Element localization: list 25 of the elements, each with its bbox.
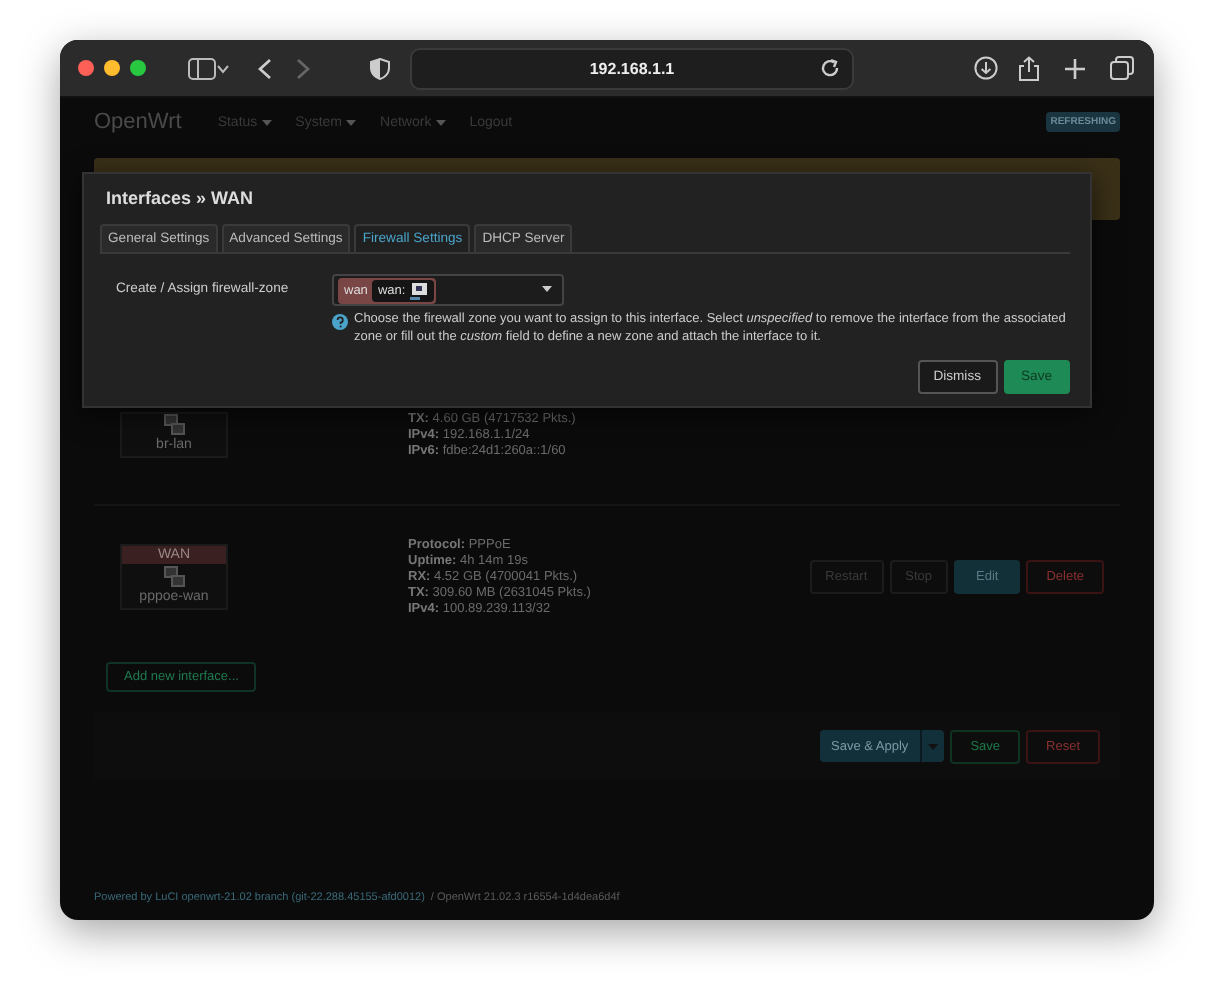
forward-icon[interactable] — [296, 57, 310, 79]
caret-icon — [928, 743, 939, 749]
back-icon[interactable] — [258, 57, 272, 79]
share-icon[interactable] — [1018, 55, 1040, 81]
sidebar-icon[interactable] — [188, 57, 216, 79]
caret-icon — [261, 119, 272, 125]
close-window-icon[interactable] — [78, 60, 94, 76]
shield-icon[interactable] — [370, 57, 390, 79]
caret-icon — [435, 119, 446, 125]
caret-icon — [542, 286, 552, 292]
reload-icon[interactable] — [820, 57, 840, 77]
caret-icon — [346, 119, 357, 125]
plus-icon[interactable] — [1064, 57, 1086, 79]
modal-title: Interfaces » WAN — [106, 188, 256, 208]
network-device-icon — [163, 565, 185, 587]
minimize-window-icon[interactable] — [104, 60, 120, 76]
network-device-icon — [163, 413, 185, 435]
download-icon[interactable] — [974, 56, 998, 80]
brand-logo[interactable]: OpenWrt — [94, 110, 182, 134]
help-icon — [332, 314, 348, 330]
address-bar[interactable]: 192.168.1.1 — [410, 47, 854, 89]
network-icon — [409, 281, 428, 299]
chevron-down-icon[interactable] — [216, 63, 230, 73]
zoom-window-icon[interactable] — [130, 60, 146, 76]
tabs-overview-icon[interactable] — [1110, 56, 1134, 80]
